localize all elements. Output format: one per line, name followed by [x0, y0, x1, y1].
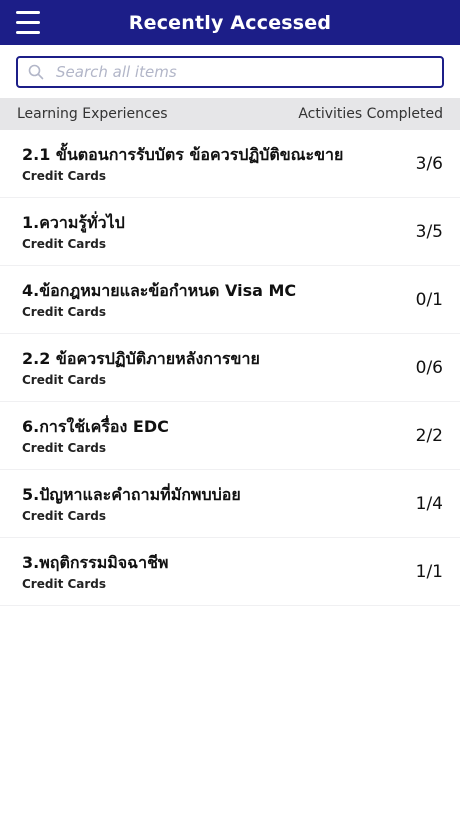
page-title: Recently Accessed — [128, 11, 332, 34]
list-item-category: Credit Cards — [22, 441, 107, 455]
list-item[interactable]: 2.1 ขั้นตอนการรับบัตร ข้อควรปฏิบัติขณะขา… — [0, 130, 460, 198]
activities-completed-count: 0/1 — [415, 289, 443, 310]
list-item-text: 5.ปัญหาและคำถามที่มักพบบ่อย Credit Cards — [22, 484, 241, 523]
column-learning-experiences: Learning Experiences — [17, 106, 168, 122]
list-item-title: 5.ปัญหาและคำถามที่มักพบบ่อย — [22, 485, 241, 504]
activities-completed-count: 2/2 — [415, 425, 443, 446]
hamburger-menu-icon[interactable] — [16, 11, 40, 34]
list-item-text: 3.พฤติกรรมมิจฉาชีพ Credit Cards — [22, 552, 168, 591]
list-item[interactable]: 5.ปัญหาและคำถามที่มักพบบ่อย Credit Cards… — [0, 470, 460, 538]
learning-list: 2.1 ขั้นตอนการรับบัตร ข้อควรปฏิบัติขณะขา… — [0, 130, 460, 606]
activities-completed-count: 0/6 — [415, 357, 443, 378]
menu-line — [16, 21, 40, 24]
activities-completed-count: 3/5 — [415, 221, 443, 242]
list-item-category: Credit Cards — [22, 373, 107, 387]
list-header: Learning Experiences Activities Complete… — [0, 98, 460, 130]
list-item-category: Credit Cards — [22, 305, 107, 319]
list-item-title: 3.พฤติกรรมมิจฉาชีพ — [22, 553, 169, 572]
activities-completed-count: 3/6 — [415, 153, 443, 174]
list-item-title: 2.2 ข้อควรปฏิบัติภายหลังการขาย — [22, 349, 260, 368]
list-item-category: Credit Cards — [22, 169, 107, 183]
search-box[interactable] — [16, 56, 444, 88]
list-item[interactable]: 2.2 ข้อควรปฏิบัติภายหลังการขาย Credit Ca… — [0, 334, 460, 402]
menu-line — [16, 31, 40, 34]
list-item-text: 2.2 ข้อควรปฏิบัติภายหลังการขาย Credit Ca… — [22, 348, 260, 387]
list-item-text: 4.ข้อกฎหมายและข้อกำหนด Visa MC Credit Ca… — [22, 280, 296, 319]
list-item[interactable]: 3.พฤติกรรมมิจฉาชีพ Credit Cards 1/1 — [0, 538, 460, 606]
list-item-text: 6.การใช้เครื่อง EDC Credit Cards — [22, 416, 169, 455]
menu-line — [16, 11, 40, 14]
list-item-category: Credit Cards — [22, 237, 107, 251]
top-bar: Recently Accessed — [0, 0, 460, 45]
list-item-text: 2.1 ขั้นตอนการรับบัตร ข้อควรปฏิบัติขณะขา… — [22, 144, 343, 183]
activities-completed-count: 1/4 — [415, 493, 443, 514]
list-item-text: 1.ความรู้ทั่วไป Credit Cards — [22, 212, 125, 251]
list-item-title: 4.ข้อกฎหมายและข้อกำหนด Visa MC — [22, 281, 297, 300]
column-activities-completed: Activities Completed — [298, 106, 443, 122]
list-item-title: 1.ความรู้ทั่วไป — [22, 213, 125, 232]
list-item-title: 2.1 ขั้นตอนการรับบัตร ข้อควรปฏิบัติขณะขา… — [22, 145, 344, 164]
activities-completed-count: 1/1 — [415, 561, 443, 582]
list-item[interactable]: 6.การใช้เครื่อง EDC Credit Cards 2/2 — [0, 402, 460, 470]
list-item[interactable]: 4.ข้อกฎหมายและข้อกำหนด Visa MC Credit Ca… — [0, 266, 460, 334]
search-icon — [28, 64, 44, 80]
list-item-title: 6.การใช้เครื่อง EDC — [22, 417, 169, 436]
list-item-category: Credit Cards — [22, 509, 107, 523]
list-item[interactable]: 1.ความรู้ทั่วไป Credit Cards 3/5 — [0, 198, 460, 266]
search-input[interactable] — [54, 62, 432, 82]
list-item-category: Credit Cards — [22, 577, 107, 591]
search-bar — [0, 45, 460, 98]
